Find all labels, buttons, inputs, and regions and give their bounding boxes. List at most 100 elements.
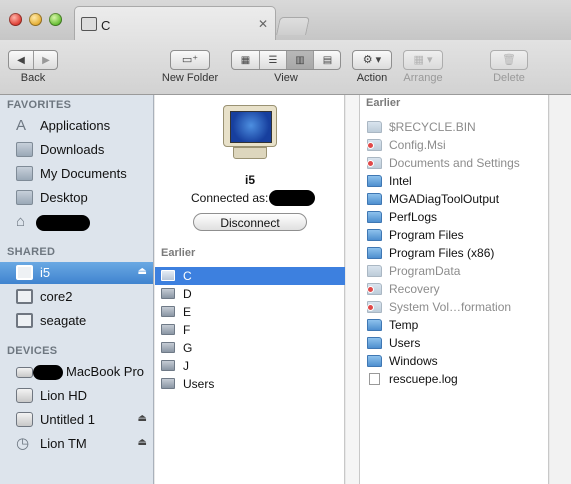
tab-close-icon[interactable]: ✕ bbox=[258, 17, 268, 31]
empty-column bbox=[550, 95, 571, 484]
sidebar-item-home[interactable]: ⌂ bbox=[0, 211, 153, 233]
item-name: Program Files (x86) bbox=[389, 246, 495, 260]
folder-row[interactable]: Documents and Settings bbox=[360, 154, 548, 172]
file-row[interactable]: rescuepe.log bbox=[360, 370, 548, 388]
sidebar-item-core2[interactable]: core2 bbox=[0, 286, 153, 308]
sidebar-item-desktop[interactable]: Desktop bbox=[0, 187, 153, 209]
folder-icon bbox=[367, 319, 382, 331]
eject-icon[interactable]: ⏏ bbox=[138, 413, 147, 424]
sidebar-item-label: Downloads bbox=[40, 142, 105, 157]
arrange-label: Arrange bbox=[403, 72, 443, 84]
no-access-badge-icon bbox=[367, 142, 374, 149]
folder-icon bbox=[367, 247, 382, 259]
folder-row[interactable]: Users bbox=[360, 334, 548, 352]
folder-row[interactable]: System Vol…formation bbox=[360, 298, 548, 316]
minimize-window-button[interactable] bbox=[29, 13, 42, 26]
item-name: ProgramData bbox=[389, 264, 461, 278]
share-row-c[interactable]: C bbox=[155, 267, 345, 285]
share-name: Users bbox=[183, 377, 215, 391]
redacted-username bbox=[36, 215, 90, 231]
share-name: E bbox=[183, 305, 192, 319]
folder-row[interactable]: ProgramData bbox=[360, 262, 548, 280]
folder-row[interactable]: $RECYCLE.BIN bbox=[360, 118, 548, 136]
share-name: J bbox=[183, 359, 189, 373]
folder-row[interactable]: Program Files (x86) bbox=[360, 244, 548, 262]
list-view-button[interactable]: ☰ bbox=[260, 51, 287, 69]
share-row-d[interactable]: D bbox=[155, 285, 345, 303]
zoom-window-button[interactable] bbox=[49, 13, 62, 26]
sidebar-item-lion-hd[interactable]: Lion HD bbox=[0, 385, 153, 407]
tab-c[interactable]: C ✕ bbox=[74, 6, 276, 41]
disk-icon bbox=[16, 388, 33, 403]
forward-button[interactable]: ▶ bbox=[34, 51, 58, 69]
item-name: rescuepe.log bbox=[389, 372, 458, 386]
action-button[interactable]: ⚙ ▾ bbox=[352, 50, 392, 70]
sidebar-item-seagate[interactable]: seagate bbox=[0, 310, 153, 332]
folder-row[interactable]: Intel bbox=[360, 172, 548, 190]
cover-flow-button[interactable]: ▤ bbox=[314, 51, 341, 69]
item-name: MGADiagToolOutput bbox=[389, 192, 500, 206]
folder-icon bbox=[367, 337, 382, 349]
item-name: Users bbox=[389, 336, 421, 350]
share-row-f[interactable]: F bbox=[155, 321, 345, 339]
folder-icon bbox=[367, 265, 382, 277]
network-drive-icon bbox=[161, 324, 175, 335]
sidebar-item-lion-tm[interactable]: ◷ Lion TM ⏏ bbox=[0, 433, 153, 455]
server-computer-icon bbox=[223, 105, 277, 161]
new-folder-button[interactable]: ▭⁺ bbox=[170, 50, 210, 70]
disconnect-button[interactable]: Disconnect bbox=[193, 213, 307, 231]
folder-icon bbox=[367, 355, 382, 367]
icon-view-button[interactable]: ▦ bbox=[232, 51, 260, 69]
folder-icon bbox=[367, 175, 382, 187]
tab-title: C bbox=[101, 18, 111, 33]
folder-row[interactable]: Program Files bbox=[360, 226, 548, 244]
folder-row[interactable]: MGADiagToolOutput bbox=[360, 190, 548, 208]
network-drive-icon bbox=[161, 378, 175, 389]
folder-row[interactable]: Config.Msi bbox=[360, 136, 548, 154]
share-row-users[interactable]: Users bbox=[155, 375, 345, 393]
sidebar-item-i5[interactable]: i5 ⏏ bbox=[0, 262, 153, 284]
item-name: Intel bbox=[389, 174, 412, 188]
share-name: F bbox=[183, 323, 191, 337]
item-name: Documents and Settings bbox=[389, 156, 520, 170]
view-control[interactable]: ▦ ☰ ▥ ▤ bbox=[231, 50, 341, 70]
share-name: D bbox=[183, 287, 192, 301]
close-window-button[interactable] bbox=[9, 13, 22, 26]
eject-icon[interactable]: ⏏ bbox=[138, 437, 147, 448]
shared-heading: SHARED bbox=[7, 246, 56, 258]
delete-label: Delete bbox=[493, 72, 525, 84]
item-name: $RECYCLE.BIN bbox=[389, 120, 476, 134]
share-row-g[interactable]: G bbox=[155, 339, 345, 357]
time-machine-icon: ◷ bbox=[16, 435, 30, 452]
favorites-heading: FAVORITES bbox=[7, 99, 72, 111]
folder-row[interactable]: Recovery bbox=[360, 280, 548, 298]
arrange-button[interactable]: ▦ ▾ bbox=[403, 50, 443, 70]
disk-icon bbox=[16, 412, 33, 427]
folder-icon bbox=[16, 166, 33, 181]
item-name: Recovery bbox=[389, 282, 440, 296]
folder-icon bbox=[367, 211, 382, 223]
folder-row[interactable]: Windows bbox=[360, 352, 548, 370]
share-row-j[interactable]: J bbox=[155, 357, 345, 375]
folder-icon bbox=[367, 121, 382, 133]
new-tab-button[interactable] bbox=[276, 17, 310, 35]
share-row-e[interactable]: E bbox=[155, 303, 345, 321]
delete-button[interactable]: 🗑 bbox=[490, 50, 528, 70]
list-view-icon: ☰ bbox=[268, 54, 278, 66]
sidebar-item-macbook-pro[interactable]: MacBook Pro bbox=[0, 361, 153, 383]
folder-row[interactable]: Temp bbox=[360, 316, 548, 334]
back-button[interactable]: ◀ bbox=[9, 51, 34, 69]
sidebar-item-my-documents[interactable]: My Documents bbox=[0, 163, 153, 185]
eject-icon[interactable]: ⏏ bbox=[138, 266, 147, 277]
sidebar-item-untitled-1[interactable]: Untitled 1 ⏏ bbox=[0, 409, 153, 431]
connected-as-label: Connected as: bbox=[191, 191, 269, 205]
sidebar-item-applications[interactable]: A Applications bbox=[0, 115, 153, 137]
applications-icon: A bbox=[16, 117, 27, 134]
column-view-icon: ▥ bbox=[295, 54, 305, 66]
share-name: G bbox=[183, 341, 193, 355]
column-view-button[interactable]: ▥ bbox=[287, 51, 314, 69]
sidebar-item-downloads[interactable]: Downloads bbox=[0, 139, 153, 161]
folder-row[interactable]: PerfLogs bbox=[360, 208, 548, 226]
back-forward-control[interactable]: ◀ ▶ bbox=[8, 50, 58, 70]
new-folder-icon: ▭⁺ bbox=[181, 54, 199, 66]
